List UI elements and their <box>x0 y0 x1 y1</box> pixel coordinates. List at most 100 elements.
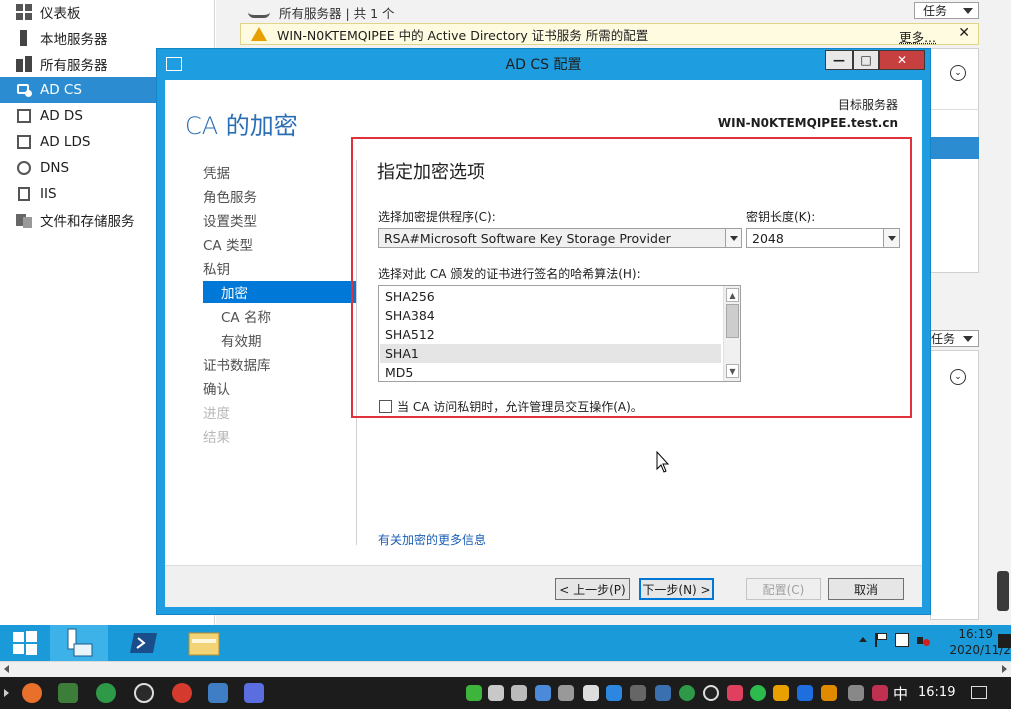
tray-shield-icon[interactable] <box>773 685 789 701</box>
tray-bolt-icon[interactable] <box>606 685 622 701</box>
remote-clock-time[interactable]: 16:19 <box>958 627 993 641</box>
maximize-button[interactable]: □ <box>853 50 879 70</box>
admin-interaction-label[interactable]: 当 CA 访问私钥时，允许管理员交互操作(A)。 <box>397 398 643 415</box>
nav-label: 文件和存储服务 <box>40 214 135 230</box>
step-ca-name[interactable]: CA 名称 <box>221 305 271 327</box>
scroll-left-icon[interactable] <box>4 665 9 673</box>
hash-label: 选择对此 CA 颁发的证书进行签名的哈希算法(H): <box>378 267 641 281</box>
tray-cube-icon[interactable] <box>535 685 551 701</box>
tray-green-icon[interactable] <box>466 685 482 701</box>
alert-more-link[interactable]: 更多... <box>899 27 936 46</box>
step-cryptography[interactable]: 加密 <box>203 281 356 303</box>
wifi-icon[interactable] <box>848 685 864 701</box>
admin-interaction-checkbox[interactable] <box>379 400 392 413</box>
scroll-right-icon[interactable] <box>1002 665 1007 673</box>
step-ca-type[interactable]: CA 类型 <box>203 233 253 255</box>
tray-screen-icon[interactable] <box>630 685 646 701</box>
viewer-horizontal-scrollbar[interactable] <box>0 661 1011 677</box>
host-clock[interactable]: 16:19 <box>918 685 955 700</box>
action-center-icon[interactable] <box>971 686 987 699</box>
target-server-label: 目标服务器 <box>837 98 898 112</box>
list-item[interactable]: SHA256 <box>380 287 721 306</box>
server-icon <box>16 30 32 46</box>
expand-chevron-icon[interactable]: ⌄ <box>950 369 966 385</box>
list-scrollbar[interactable]: ▲ ▼ <box>723 286 740 381</box>
provider-dropdown[interactable]: RSA#Microsoft Software Key Storage Provi… <box>378 228 742 248</box>
chevron-down-icon[interactable] <box>725 229 741 247</box>
ime-indicator[interactable]: 中 <box>893 683 908 704</box>
step-validity[interactable]: 有效期 <box>221 329 262 351</box>
tray-up-arrow-icon[interactable] <box>859 637 867 642</box>
step-cert-database[interactable]: 证书数据库 <box>203 353 271 375</box>
key-length-label: 密钥长度(K): <box>746 210 816 224</box>
tray-circle-icon[interactable] <box>679 685 695 701</box>
chevron-down-icon <box>963 336 973 342</box>
firefox-icon[interactable] <box>22 683 42 703</box>
minimize-button[interactable]: — <box>825 50 853 70</box>
provider-label: 选择加密提供程序(C): <box>378 210 496 224</box>
hash-algorithm-list[interactable]: SHA256 SHA384 SHA512 SHA1 MD5 ▲ ▼ <box>378 285 741 382</box>
app-green-icon[interactable] <box>58 683 78 703</box>
flag-icon[interactable] <box>875 633 887 647</box>
network-icon[interactable] <box>895 633 909 647</box>
taskbar-arrow-icon[interactable] <box>4 689 9 697</box>
close-window-button[interactable]: ✕ <box>879 50 925 70</box>
bluetooth-icon[interactable] <box>797 685 813 701</box>
volume-icon[interactable] <box>558 685 574 701</box>
start-button[interactable] <box>0 625 50 661</box>
step-private-key[interactable]: 私钥 <box>203 257 230 279</box>
right-scroll-handle[interactable] <box>997 571 1009 611</box>
cancel-button[interactable]: 取消 <box>828 578 904 600</box>
key-length-combobox[interactable]: 2048 <box>746 228 900 248</box>
volume-muted-icon[interactable] <box>917 634 931 647</box>
server-manager-taskbar-button[interactable] <box>50 625 108 661</box>
dialog-title-bar[interactable]: AD CS 配置 <box>157 49 930 79</box>
prev-button[interactable]: < 上一步(P) <box>555 578 630 600</box>
page-title: CA 的加密 <box>185 112 298 140</box>
app-red-icon[interactable] <box>172 683 192 703</box>
tasks-button[interactable]: 任务 <box>914 2 979 19</box>
expand-chevron-icon[interactable]: ⌄ <box>950 65 966 81</box>
shield-icon[interactable] <box>583 685 599 701</box>
header-subtitle: 所有服务器 | 共 1 个 <box>279 6 395 21</box>
tasks-button-2[interactable]: 任务 <box>930 330 979 347</box>
chevron-down-icon[interactable] <box>883 229 899 247</box>
tray-color-icon[interactable] <box>727 685 743 701</box>
wechat-icon[interactable] <box>750 685 766 701</box>
close-icon[interactable]: ✕ <box>958 25 970 41</box>
adlds-icon <box>16 134 32 150</box>
selected-row[interactable] <box>931 137 979 159</box>
powershell-taskbar-button[interactable] <box>116 625 172 661</box>
step-results: 结果 <box>203 430 230 446</box>
photos-icon[interactable] <box>208 683 228 703</box>
more-info-link[interactable]: 有关加密的更多信息 <box>378 531 486 548</box>
list-item[interactable]: SHA384 <box>380 306 721 325</box>
file-explorer-taskbar-button[interactable] <box>176 625 232 661</box>
list-item[interactable]: SHA512 <box>380 325 721 344</box>
qq-icon[interactable] <box>703 685 719 701</box>
scroll-down-icon[interactable]: ▼ <box>726 364 739 378</box>
services-panel <box>930 350 979 620</box>
nav-item-dashboard[interactable]: 仪表板 <box>0 0 215 25</box>
step-credentials[interactable]: 凭据 <box>203 161 230 183</box>
tray-input-icon[interactable] <box>872 685 888 701</box>
scroll-thumb[interactable] <box>726 304 739 338</box>
app-circle-icon[interactable] <box>96 683 116 703</box>
tray-orange-icon[interactable] <box>821 685 837 701</box>
scroll-up-icon[interactable]: ▲ <box>726 288 739 302</box>
tray-chat-icon[interactable] <box>655 685 671 701</box>
settings-gear-icon[interactable] <box>134 683 154 703</box>
tray-tb-icon[interactable] <box>488 685 504 701</box>
provider-value: RSA#Microsoft Software Key Storage Provi… <box>384 230 671 246</box>
step-confirmation[interactable]: 确认 <box>203 377 230 399</box>
notification-icon[interactable] <box>998 634 1011 648</box>
step-role-services[interactable]: 角色服务 <box>203 185 257 207</box>
step-setup-type[interactable]: 设置类型 <box>203 209 257 231</box>
alert-text: WIN-N0KTEMQIPEE 中的 Active Directory 证书服务… <box>277 27 649 43</box>
list-item[interactable]: MD5 <box>380 363 721 381</box>
nav-label: AD CS <box>40 82 82 98</box>
wps-icon[interactable] <box>244 683 264 703</box>
next-button[interactable]: 下一步(N) > <box>639 578 714 600</box>
list-item-selected[interactable]: SHA1 <box>380 344 721 363</box>
printer-icon[interactable] <box>511 685 527 701</box>
